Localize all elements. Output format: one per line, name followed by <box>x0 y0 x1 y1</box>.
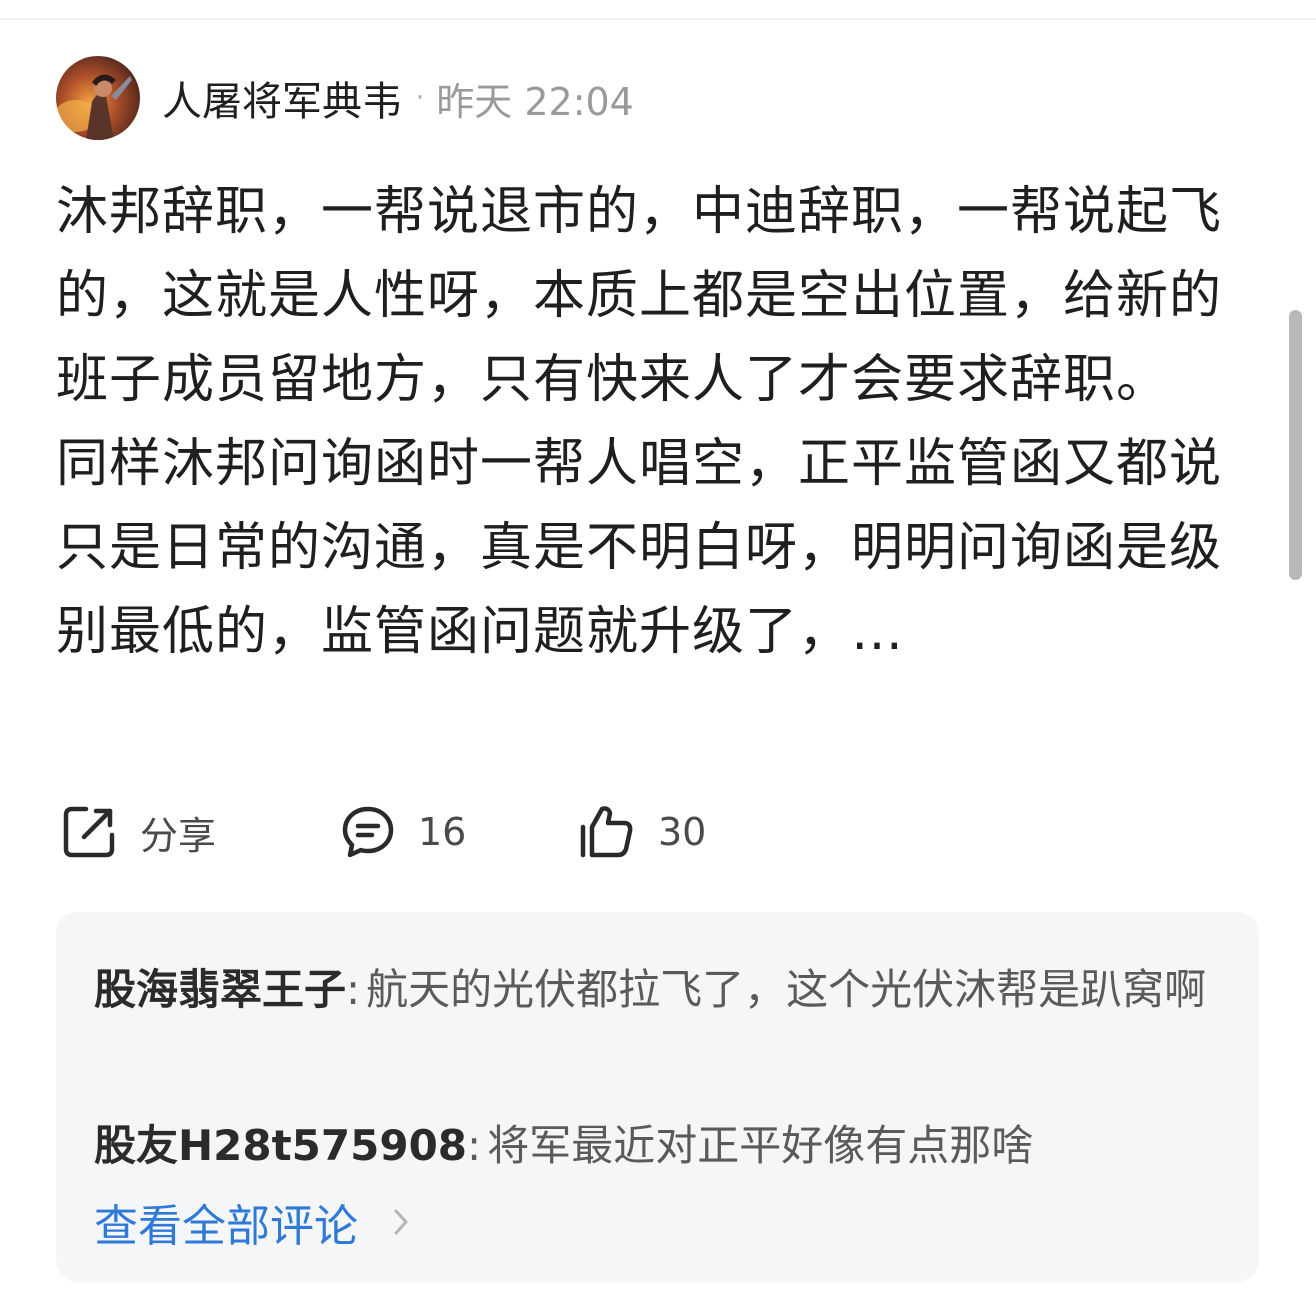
comment-bubble-icon <box>342 806 394 858</box>
comment-colon: : <box>467 1121 482 1170</box>
like-count: 30 <box>658 810 707 854</box>
author-name[interactable]: 人屠将军典韦 <box>162 69 402 127</box>
like-button[interactable]: 30 <box>578 800 706 864</box>
comment-text: 航天的光伏都拉飞了，这个光伏沐帮是趴窝啊 <box>366 965 1207 1014</box>
comment-item[interactable]: 股海翡翠王子: 航天的光伏都拉飞了，这个光伏沐帮是趴窝啊 <box>94 950 1224 1030</box>
comment-preview-box[interactable]: 股海翡翠王子: 航天的光伏都拉飞了，这个光伏沐帮是趴窝啊 股友H28t575908… <box>56 912 1259 1282</box>
share-button[interactable]: 分享 <box>60 800 216 864</box>
comment-text: 将军最近对正平好像有点那啥 <box>487 1121 1034 1170</box>
share-label: 分享 <box>140 813 217 858</box>
chevron-right-icon <box>394 1209 408 1235</box>
view-all-label: 查看全部评论 <box>94 1201 358 1252</box>
post-timestamp: 昨天 22:04 <box>436 79 634 124</box>
comment-colon: : <box>346 965 361 1014</box>
comment-username[interactable]: 股海翡翠王子 <box>94 965 346 1014</box>
comment-item[interactable]: 股友H28t575908: 将军最近对正平好像有点那啥 <box>94 1106 1224 1186</box>
post-body[interactable]: 沐邦辞职，一帮说退市的，中迪辞职，一帮说起飞的，这就是人性呀，本质上都是空出位置… <box>56 170 1251 674</box>
avatar-image <box>56 56 140 140</box>
view-all-comments-link[interactable]: 查看全部评论 <box>94 1182 410 1262</box>
post-paragraph: 沐邦辞职，一帮说退市的，中迪辞职，一帮说起飞的，这就是人性呀，本质上都是空出位置… <box>56 182 1223 410</box>
share-icon <box>63 806 115 858</box>
action-bar: 分享 16 30 <box>60 800 760 864</box>
meta-separator: · <box>416 83 425 113</box>
thumbs-up-icon <box>580 806 633 858</box>
top-divider <box>0 18 1316 20</box>
post-header: 人屠将军典韦 · 昨天 22:04 <box>56 56 634 140</box>
comment-username[interactable]: 股友H28t575908 <box>94 1121 467 1170</box>
avatar[interactable] <box>56 56 140 140</box>
comment-button[interactable]: 16 <box>340 800 466 864</box>
post-paragraph: 同样沐邦问询函时一帮人唱空，正平监管函又都说只是日常的沟通，真是不明白呀，明明问… <box>56 434 1223 662</box>
post-card: 人屠将军典韦 · 昨天 22:04 沐邦辞职，一帮说退市的，中迪辞职，一帮说起飞… <box>0 0 1316 1295</box>
scrollbar[interactable] <box>1289 310 1302 580</box>
comment-count: 16 <box>418 810 467 854</box>
